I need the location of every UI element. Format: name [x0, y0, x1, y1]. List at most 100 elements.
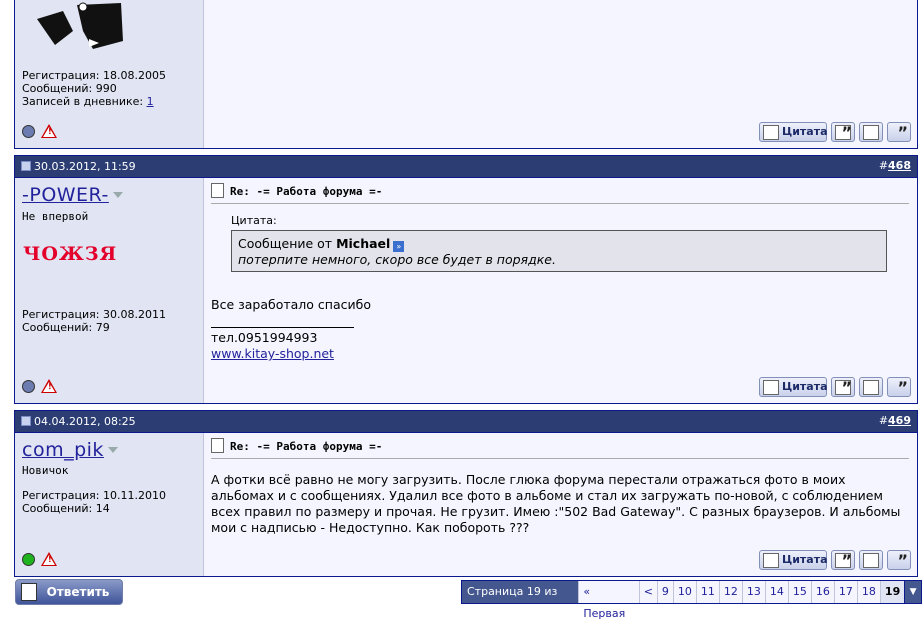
post-date: 30.03.2012, 11:59 — [21, 160, 136, 173]
post-number: #469 — [878, 414, 911, 427]
post-text: Все заработало спасибо — [211, 297, 371, 312]
diary-count-link[interactable]: 1 — [147, 95, 154, 108]
pen-icon — [863, 553, 879, 568]
signature-link[interactable]: www.kitay-shop.net — [211, 346, 334, 361]
page-link[interactable]: 18 — [856, 581, 880, 603]
page-link[interactable]: 11 — [695, 581, 719, 603]
page-link[interactable]: 14 — [764, 581, 788, 603]
post-content: Re: -= Работа форума =- Цитата: Сообщени… — [204, 178, 917, 403]
quote-text: потерпите немного, скоро все будет в пор… — [238, 252, 556, 267]
prev-page-link[interactable]: < — [638, 581, 657, 603]
message-count: Сообщений: 79 — [22, 321, 110, 334]
offline-status-icon — [22, 124, 35, 138]
divider — [211, 458, 909, 459]
pagination: Страница 19 из 19 « Первая < 9 10 11 12 … — [461, 580, 922, 620]
user-info: Регистрация: 30.08.2011 Сообщений: 79 — [22, 308, 166, 334]
post-icon — [21, 416, 31, 426]
quote-marks-icon: ” — [897, 551, 908, 570]
quote-button[interactable]: Цитата — [759, 377, 828, 397]
message-count: Сообщений: 14 — [22, 502, 110, 515]
post-buttons: Цитата”” — [755, 550, 911, 570]
post-user-panel: com_pik Новичок Регистрация: 10.11.2010 … — [15, 433, 204, 576]
user-status: ! — [22, 379, 57, 393]
page-label: Страница 19 из 19 — [462, 581, 579, 620]
pen-icon — [763, 380, 779, 395]
post-doc-icon — [211, 438, 224, 453]
quick-quote-button[interactable]: ” — [887, 550, 911, 570]
report-post-icon[interactable]: ! — [41, 552, 57, 566]
post-previous: Регистрация: 18.08.2005 Сообщений: 990 З… — [14, 0, 918, 149]
post-content: Re: -= Работа форума =- А фотки всё равн… — [204, 433, 917, 576]
page-link[interactable]: 16 — [810, 581, 834, 603]
quick-quote-button[interactable]: ” — [887, 377, 911, 397]
quote-button[interactable]: Цитата — [759, 550, 828, 570]
post-number: #468 — [878, 159, 911, 172]
pen-icon — [21, 583, 37, 601]
quote-button[interactable]: Цитата — [759, 122, 828, 142]
post-number-link[interactable]: 468 — [888, 159, 911, 172]
post-title: Re: -= Работа форума =- — [211, 438, 382, 453]
page-menu-dropdown-icon[interactable]: ▼ — [904, 581, 921, 603]
user-avatar: ЧОЖЗЯ — [23, 243, 118, 265]
quick-quote-button[interactable]: ” — [887, 122, 911, 142]
multiquote-button[interactable]: ” — [831, 377, 855, 397]
current-page: 19 — [879, 581, 905, 603]
report-post-icon[interactable]: ! — [41, 124, 57, 138]
message-count: Сообщений: 990 — [22, 82, 117, 95]
page-link[interactable]: 13 — [741, 581, 765, 603]
report-post-icon[interactable]: ! — [41, 379, 57, 393]
user-menu-icon[interactable] — [112, 192, 123, 198]
post-468: 30.03.2012, 11:59 #468 -POWER- Не вперво… — [14, 155, 918, 404]
post-title: Re: -= Работа форума =- — [211, 183, 382, 198]
post-date: 04.04.2012, 08:25 — [21, 415, 136, 428]
signature-phone: тел.0951994993 — [211, 330, 318, 345]
edit-button[interactable] — [859, 122, 883, 142]
multiquote-button[interactable]: ” — [831, 550, 855, 570]
offline-status-icon — [22, 379, 35, 393]
page-link[interactable]: 17 — [833, 581, 857, 603]
signature: тел.0951994993 www.kitay-shop.net — [211, 330, 903, 362]
divider — [211, 203, 909, 204]
registration-date: Регистрация: 30.08.2011 — [22, 308, 166, 321]
page-link[interactable]: 12 — [718, 581, 742, 603]
user-menu-icon[interactable] — [107, 447, 118, 453]
edit-button[interactable] — [859, 550, 883, 570]
username-link[interactable]: com_pik — [22, 439, 118, 461]
post-buttons: Цитата”” — [755, 377, 911, 397]
quote-box: Сообщение от Michael» потерпите немного,… — [231, 230, 887, 272]
registration-date: Регистрация: 10.11.2010 — [22, 489, 166, 502]
post-doc-icon — [211, 183, 224, 198]
registration-date: Регистрация: 18.08.2005 — [22, 69, 166, 82]
reply-button[interactable]: Ответить — [15, 579, 123, 605]
pen-icon — [763, 125, 779, 140]
user-status: ! — [22, 552, 57, 566]
post-text: А фотки всё равно не могу загрузить. Пос… — [211, 472, 901, 535]
pen-icon — [863, 380, 879, 395]
username-link[interactable]: -POWER- — [22, 184, 123, 206]
post-icon — [21, 161, 31, 171]
user-title: Новичок — [22, 464, 69, 477]
signature-divider — [211, 327, 354, 328]
view-post-icon[interactable]: » — [393, 241, 405, 252]
page-link[interactable]: 15 — [787, 581, 811, 603]
post-469: 04.04.2012, 08:25 #469 com_pik Новичок Р… — [14, 410, 918, 577]
post-user-panel: Регистрация: 18.08.2005 Сообщений: 990 З… — [15, 0, 204, 148]
quote-marks-icon: ” — [897, 378, 908, 397]
multiquote-button[interactable]: ” — [831, 122, 855, 142]
user-title: Не впервой — [22, 210, 89, 223]
user-avatar — [37, 2, 123, 49]
pen-icon — [763, 553, 779, 568]
post-user-panel: -POWER- Не впервой ЧОЖЗЯ Регистрация: 30… — [15, 178, 204, 403]
page-link[interactable]: 10 — [672, 581, 696, 603]
first-page-link[interactable]: « Первая — [578, 581, 639, 620]
diary-entries: Записей в дневнике: 1 — [22, 95, 154, 108]
post-number-link[interactable]: 469 — [888, 414, 911, 427]
post-header: 04.04.2012, 08:25 #469 — [15, 411, 917, 433]
page-link[interactable]: 9 — [656, 581, 673, 603]
pen-icon — [863, 125, 879, 140]
post-buttons: Цитата”” — [755, 122, 911, 142]
user-status: ! — [22, 124, 57, 138]
edit-button[interactable] — [859, 377, 883, 397]
quote-label: Цитата: — [231, 214, 277, 227]
quote-author: Сообщение от Michael» — [238, 236, 880, 252]
